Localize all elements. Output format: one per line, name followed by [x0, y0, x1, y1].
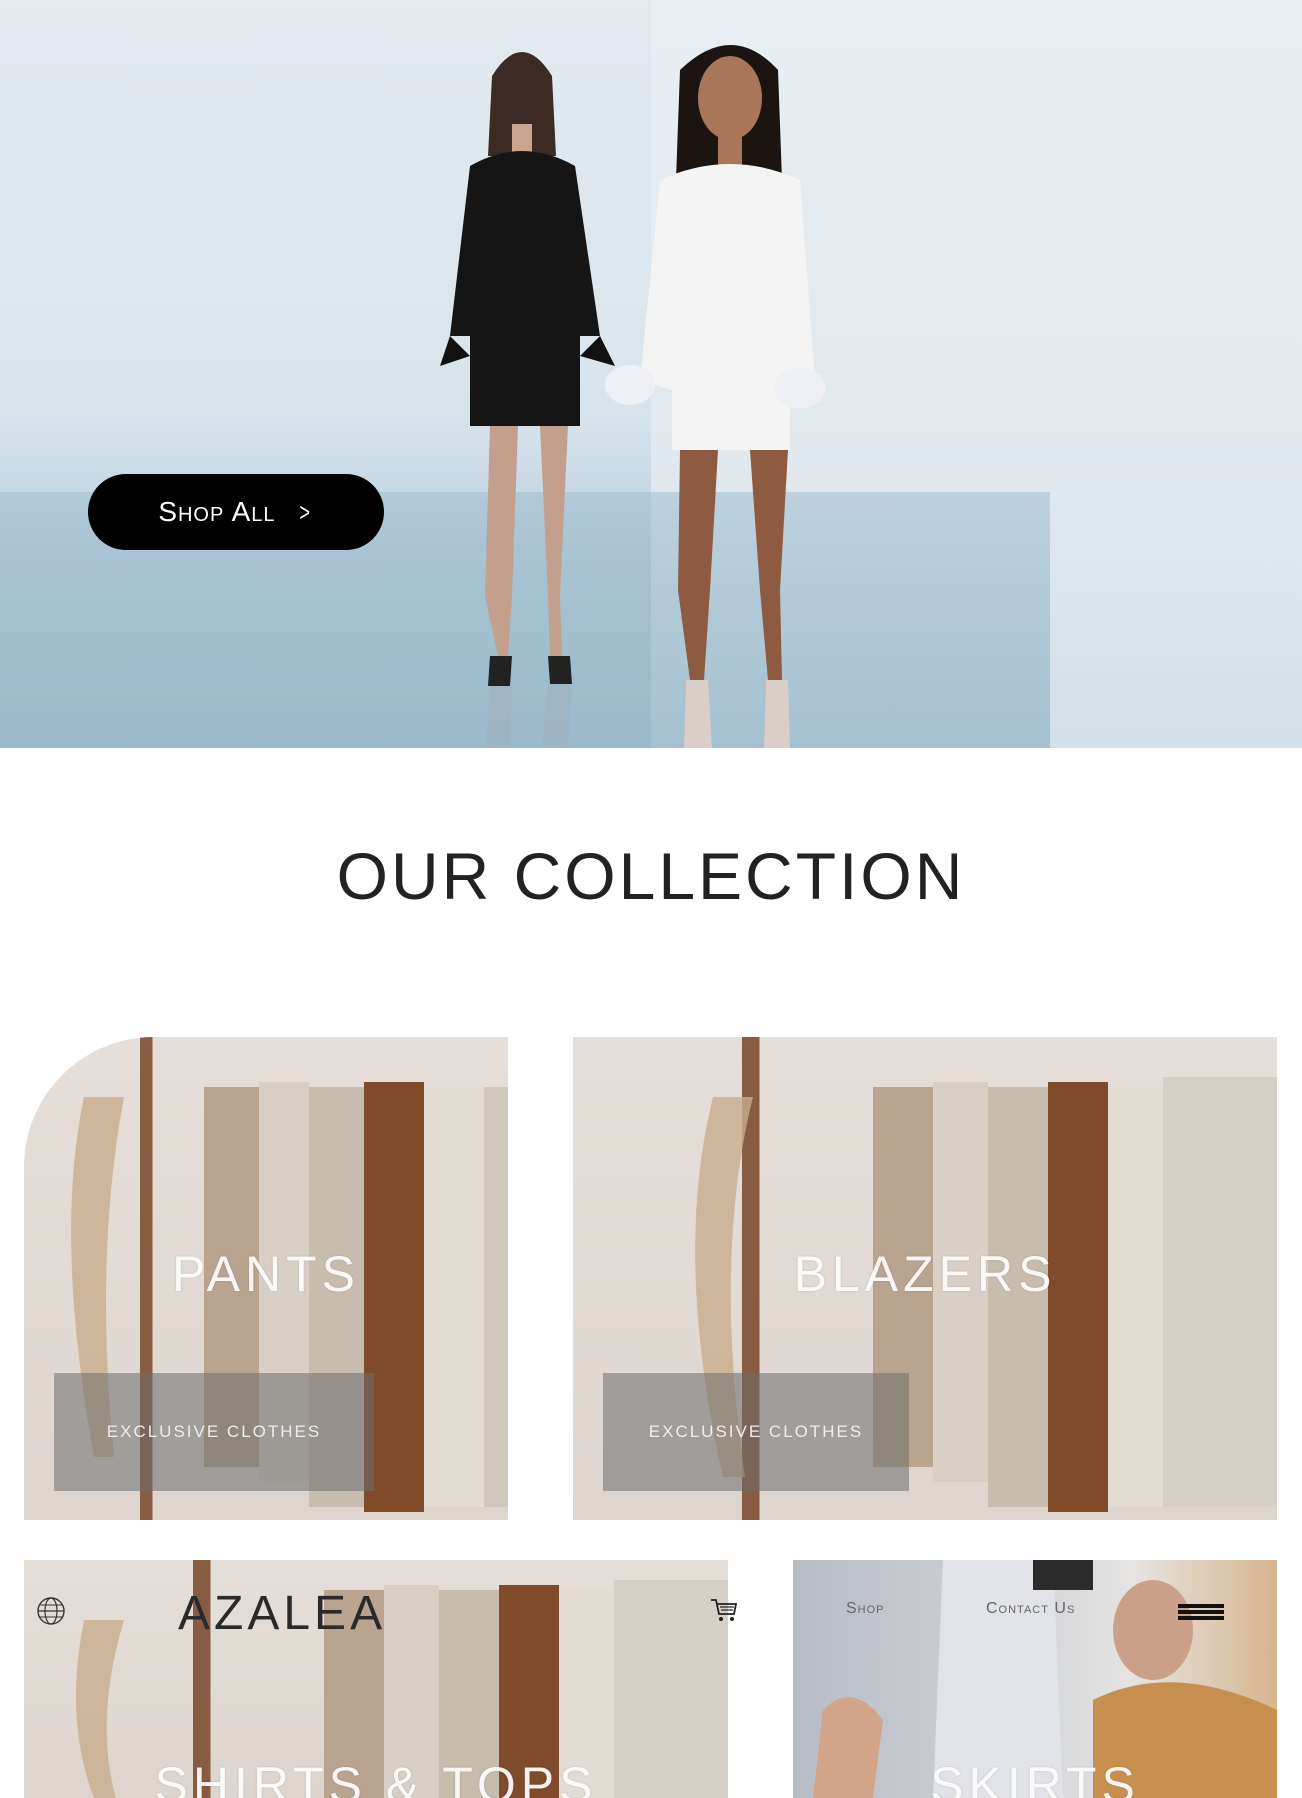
- category-card-blazers[interactable]: BLAZERS EXCLUSIVE CLOTHES: [573, 1037, 1277, 1520]
- nav-link-shop[interactable]: Shop: [846, 1600, 885, 1618]
- hero-banner: Shop All >: [0, 0, 1302, 748]
- category-label: PANTS: [172, 1246, 360, 1302]
- shop-all-button[interactable]: Shop All >: [88, 474, 384, 550]
- cart-icon[interactable]: [710, 1598, 738, 1624]
- category-label: SHIRTS & TOPS: [154, 1757, 598, 1798]
- category-tag: EXCLUSIVE CLOTHES: [54, 1373, 374, 1491]
- category-card-pants[interactable]: PANTS EXCLUSIVE CLOTHES: [24, 1037, 508, 1520]
- chevron-right-icon: >: [299, 497, 312, 527]
- nav-bar: AZALEA Shop Contact Us: [0, 1580, 1302, 1642]
- menu-icon[interactable]: [1178, 1602, 1224, 1622]
- globe-icon[interactable]: [36, 1596, 66, 1626]
- shop-all-label: Shop All: [158, 496, 276, 527]
- category-label: BLAZERS: [793, 1246, 1057, 1302]
- category-label: SKIRTS: [930, 1757, 1140, 1798]
- nav-link-contact-us[interactable]: Contact Us: [986, 1600, 1075, 1618]
- brand-logo[interactable]: AZALEA: [178, 1586, 386, 1641]
- hero-model-white-dress: [605, 45, 826, 748]
- category-tag: EXCLUSIVE CLOTHES: [603, 1373, 909, 1491]
- collection-title: OUR COLLECTION: [336, 839, 966, 913]
